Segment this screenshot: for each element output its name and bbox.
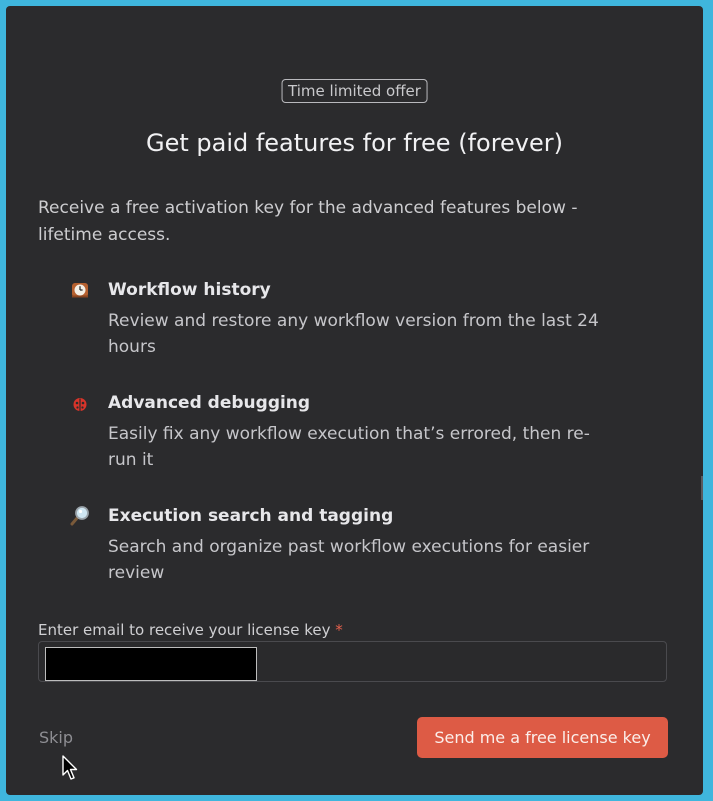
required-marker: * <box>335 621 343 639</box>
feature-description: Review and restore any workflow version … <box>108 311 599 357</box>
feature-title: Workflow history <box>108 280 271 300</box>
email-field[interactable] <box>38 641 667 682</box>
dialog-title: Get paid features for free (forever) <box>145 129 564 157</box>
feature-description: Easily fix any workflow execution that’s… <box>108 424 590 470</box>
redacted-email-value <box>45 647 257 681</box>
feature-title: Execution search and tagging <box>108 506 394 526</box>
mouse-cursor-icon <box>62 755 78 780</box>
dialog-intro: Receive a free activation key for the ad… <box>38 198 578 245</box>
ladybug-icon <box>68 391 92 415</box>
feature-description: Search and organize past workflow execut… <box>108 537 590 583</box>
email-label-text: Enter email to receive your license key <box>38 621 331 639</box>
skip-link[interactable]: Skip <box>39 727 73 749</box>
offer-badge: Time limited offer <box>281 79 428 103</box>
mantel-clock-icon <box>68 278 92 302</box>
license-offer-dialog: Time limited offer Get paid features for… <box>6 6 703 795</box>
send-license-key-button[interactable]: Send me a free license key <box>417 717 668 758</box>
magnifying-glass-icon <box>68 504 92 528</box>
feature-title: Advanced debugging <box>108 393 311 413</box>
scrollbar[interactable] <box>701 476 703 500</box>
email-field-label: Enter email to receive your license key … <box>38 620 343 640</box>
